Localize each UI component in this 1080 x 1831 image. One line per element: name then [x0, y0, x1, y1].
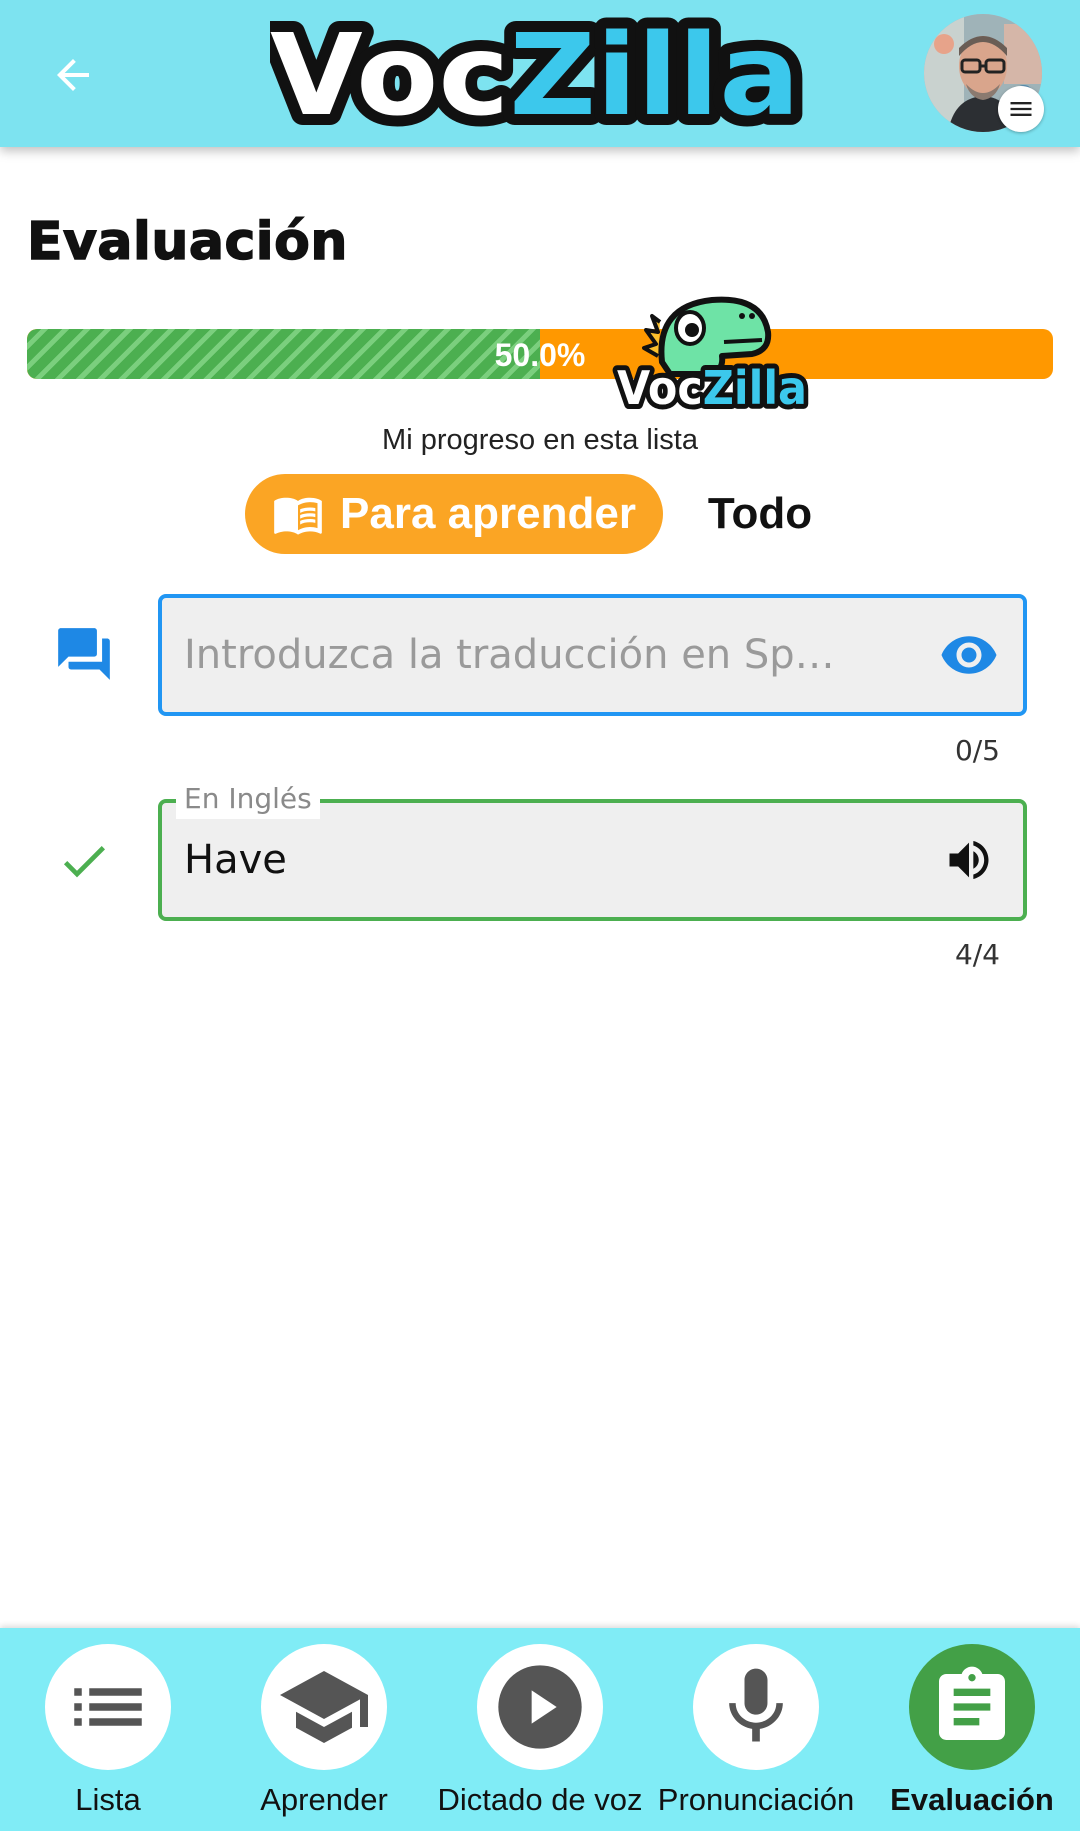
nav-evaluacion-button[interactable]: [909, 1644, 1035, 1770]
check-icon: [51, 828, 117, 894]
progress-caption: Mi progreso en esta lista: [382, 424, 698, 456]
app-screen: Voc Zilla Voc Zilla Evaluación 50.0% Voc…: [0, 0, 1080, 1831]
filter-para-aprender-label: Para aprender: [340, 489, 636, 538]
nav-pronunciacion-button[interactable]: [693, 1644, 819, 1770]
voczilla-mascot-logo: VocZilla VocZilla: [612, 296, 812, 414]
english-word-field: En Inglés Have: [158, 779, 1027, 921]
nav-evaluacion-label: Evaluación: [890, 1782, 1054, 1817]
svg-text:VocZilla: VocZilla: [617, 361, 807, 414]
back-button[interactable]: [40, 42, 106, 108]
nav-evaluacion[interactable]: Evaluación: [864, 1644, 1080, 1824]
translation-field: [158, 594, 1027, 716]
menu-badge[interactable]: [998, 86, 1044, 132]
filter-para-aprender[interactable]: Para aprender: [245, 474, 663, 554]
nav-dictado-button[interactable]: [477, 1644, 603, 1770]
bottom-navigation: Lista Aprender Dictado de voz Pronunciac…: [0, 1628, 1080, 1831]
clipboard-icon: [939, 1666, 1005, 1740]
translation-input[interactable]: [184, 598, 884, 712]
forum-icon: [51, 621, 117, 687]
user-avatar-button[interactable]: [924, 14, 1044, 132]
hamburger-menu-icon: [1010, 102, 1032, 116]
book-icon: [274, 497, 322, 535]
nav-aprender-button[interactable]: [261, 1644, 387, 1770]
page-title: Evaluación: [26, 211, 348, 273]
svg-text:VocZilla: VocZilla: [270, 11, 800, 141]
volume-icon: [949, 840, 989, 880]
app-header: Voc Zilla Voc Zilla: [0, 0, 1080, 147]
nav-aprender[interactable]: Aprender: [216, 1644, 432, 1824]
progress-percent: 50.0%: [494, 337, 586, 373]
microphone-icon: [729, 1668, 783, 1742]
arrow-left-icon: [57, 59, 89, 91]
filter-todo[interactable]: Todo: [690, 474, 830, 554]
eye-icon: [941, 636, 997, 674]
play-icon: [498, 1665, 582, 1749]
nav-lista[interactable]: Lista: [0, 1644, 216, 1824]
english-word-counter: 4/4: [954, 938, 1000, 971]
voczilla-logo: Voc Zilla Voc Zilla: [270, 6, 810, 142]
nav-dictado[interactable]: Dictado de voz: [432, 1644, 648, 1824]
play-audio-button[interactable]: [939, 830, 999, 890]
nav-lista-button[interactable]: [45, 1644, 171, 1770]
translation-counter: 0/5: [954, 734, 1000, 767]
nav-pronunciacion[interactable]: Pronunciación: [648, 1644, 864, 1824]
list-icon: [74, 1688, 142, 1726]
graduation-cap-icon: [280, 1671, 368, 1743]
english-word-value: Have: [184, 837, 287, 883]
show-answer-button[interactable]: [939, 625, 999, 685]
